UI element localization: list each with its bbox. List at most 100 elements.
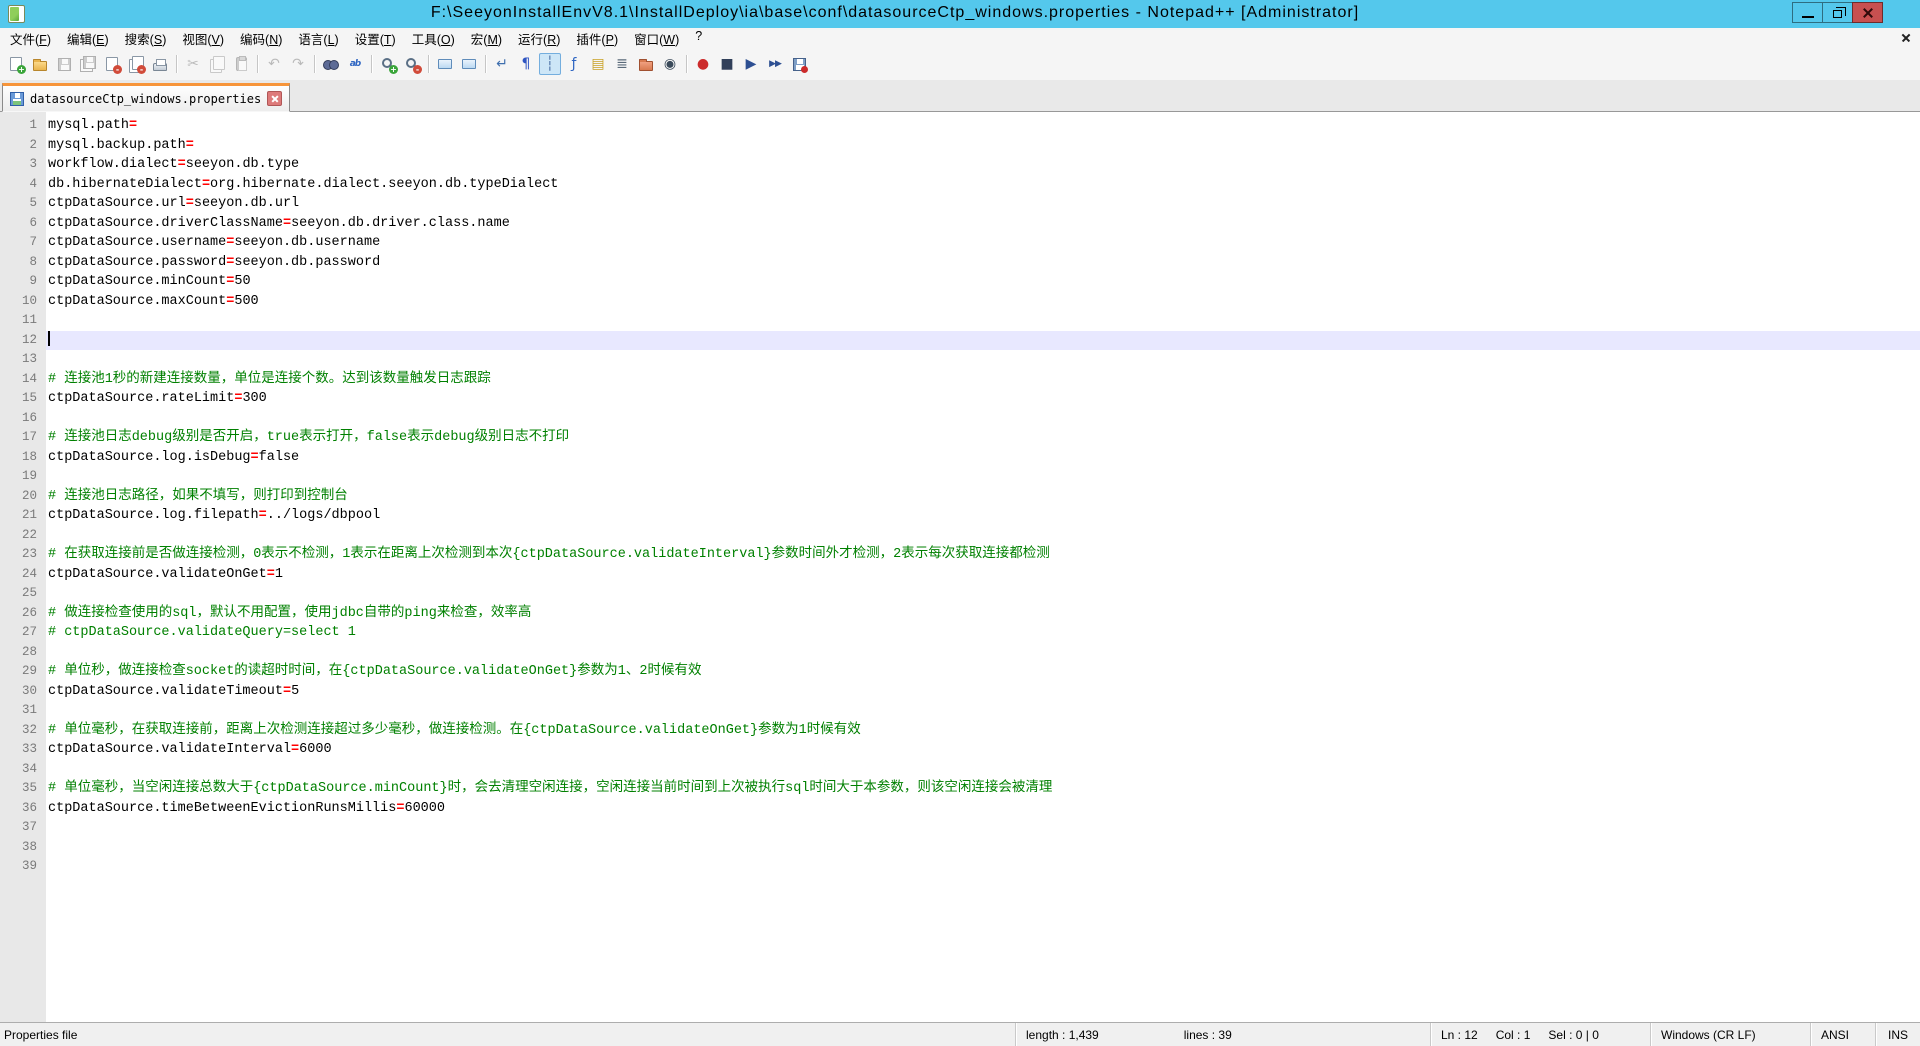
macro-run-multiple-icon[interactable]: ▶▶ [764,53,786,75]
status-eol-format[interactable]: Windows (CR LF) [1650,1023,1810,1046]
save-file-icon[interactable] [53,53,75,75]
editor-line-33[interactable]: 33ctpDataSource.validateInterval=6000 [0,740,1920,760]
find-icon[interactable] [320,53,342,75]
editor-line-38[interactable]: 38 [0,838,1920,858]
editor-line-12[interactable]: 12 [0,331,1920,351]
editor-line-2[interactable]: 2mysql.backup.path= [0,136,1920,156]
editor-line-28[interactable]: 28 [0,643,1920,663]
line-number: 8 [0,253,46,273]
editor-line-22[interactable]: 22 [0,526,1920,546]
editor-line-7[interactable]: 7ctpDataSource.username=seeyon.db.userna… [0,233,1920,253]
menu-item-run[interactable]: 运行(R) [510,27,568,50]
editor-line-34[interactable]: 34 [0,760,1920,780]
new-file-icon[interactable]: + [5,53,27,75]
editor-line-16[interactable]: 16 [0,409,1920,429]
sync-vertical-scroll-icon[interactable] [434,53,456,75]
status-insert-mode[interactable]: INS [1875,1023,1920,1046]
menu-item-view[interactable]: 视图(V) [174,27,232,50]
editor-line-1[interactable]: 1mysql.path= [0,116,1920,136]
editor-line-19[interactable]: 19 [0,467,1920,487]
editor-line-31[interactable]: 31 [0,701,1920,721]
status-line-number: Ln : 12 [1441,1028,1478,1042]
editor-line-13[interactable]: 13 [0,350,1920,370]
editor-line-11[interactable]: 11 [0,311,1920,331]
menu-item-search[interactable]: 搜索(S) [117,27,175,50]
menu-item-plugins[interactable]: 插件(P) [568,27,626,50]
macro-play-icon[interactable]: ▶ [740,53,762,75]
restore-button[interactable] [1822,2,1853,23]
editor-line-21[interactable]: 21ctpDataSource.log.filepath=../logs/dbp… [0,506,1920,526]
minimize-button[interactable] [1792,2,1823,23]
menu-item-help[interactable]: ? [687,27,710,50]
document-list-icon[interactable]: ≣ [611,53,633,75]
editor[interactable]: 1mysql.path=2mysql.backup.path=3workflow… [0,112,1920,1022]
close-all-files-icon[interactable]: - [125,53,147,75]
menu-item-settings[interactable]: 设置(T) [347,27,404,50]
copy-icon[interactable] [206,53,228,75]
editor-line-6[interactable]: 6ctpDataSource.driverClassName=seeyon.db… [0,214,1920,234]
zoom-in-icon[interactable]: + [377,53,399,75]
editor-line-4[interactable]: 4db.hibernateDialect=org.hibernate.diale… [0,175,1920,195]
menu-item-encoding[interactable]: 编码(N) [232,27,290,50]
close-file-icon[interactable]: - [101,53,123,75]
tab-bar: datasourceCtp_windows.properties [0,80,1920,112]
menu-item-file[interactable]: 文件(F) [2,27,59,50]
status-bar: Properties file length : 1,439 lines : 3… [0,1022,1920,1046]
status-encoding[interactable]: ANSI [1810,1023,1875,1046]
save-all-icon[interactable] [77,53,99,75]
folder-as-workspace-icon[interactable] [635,53,657,75]
word-wrap-icon[interactable]: ↵ [491,53,513,75]
editor-line-14[interactable]: 14# 连接池1秒的新建连接数量，单位是连接个数。达到该数量触发日志跟踪 [0,370,1920,390]
function-list-icon[interactable]: ƒ [563,53,585,75]
cut-icon[interactable]: ✂ [182,53,204,75]
editor-line-32[interactable]: 32# 单位毫秒，在获取连接前，距离上次检测连接超过多少毫秒，做连接检测。在{c… [0,721,1920,741]
editor-line-39[interactable]: 39 [0,857,1920,877]
menu-item-language[interactable]: 语言(L) [290,27,346,50]
editor-line-17[interactable]: 17# 连接池日志debug级别是否开启，true表示打开，false表示deb… [0,428,1920,448]
undo-icon[interactable]: ↶ [263,53,285,75]
editor-line-9[interactable]: 9ctpDataSource.minCount=50 [0,272,1920,292]
editor-line-5[interactable]: 5ctpDataSource.url=seeyon.db.url [0,194,1920,214]
line-number: 6 [0,214,46,234]
open-file-icon[interactable] [29,53,51,75]
macro-stop-icon[interactable]: ■ [716,53,738,75]
macro-record-icon[interactable]: ● [692,53,714,75]
tab-datasourcectp-windows-properties[interactable]: datasourceCtp_windows.properties [2,83,290,112]
menu-item-macro[interactable]: 宏(M) [463,27,510,50]
sync-horizontal-scroll-icon[interactable] [458,53,480,75]
editor-line-27[interactable]: 27# ctpDataSource.validateQuery=select 1 [0,623,1920,643]
monitoring-icon[interactable]: ◉ [659,53,681,75]
editor-line-24[interactable]: 24ctpDataSource.validateOnGet=1 [0,565,1920,585]
editor-line-30[interactable]: 30ctpDataSource.validateTimeout=5 [0,682,1920,702]
editor-line-8[interactable]: 8ctpDataSource.password=seeyon.db.passwo… [0,253,1920,273]
editor-line-35[interactable]: 35# 单位毫秒，当空闲连接总数大于{ctpDataSource.minCoun… [0,779,1920,799]
editor-line-37[interactable]: 37 [0,818,1920,838]
close-button[interactable] [1852,2,1883,23]
show-all-characters-icon[interactable]: ¶ [515,53,537,75]
indent-guide-icon[interactable]: ┆ [539,53,561,75]
editor-line-23[interactable]: 23# 在获取连接前是否做连接检测，0表示不检测，1表示在距离上次检测到本次{c… [0,545,1920,565]
editor-line-20[interactable]: 20# 连接池日志路径，如果不填写，则打印到控制台 [0,487,1920,507]
editor-line-25[interactable]: 25 [0,584,1920,604]
editor-line-36[interactable]: 36ctpDataSource.timeBetweenEvictionRunsM… [0,799,1920,819]
status-length: length : 1,439 [1026,1028,1099,1042]
menu-item-tools[interactable]: 工具(O) [404,27,463,50]
editor-line-15[interactable]: 15ctpDataSource.rateLimit=300 [0,389,1920,409]
menu-item-window[interactable]: 窗口(W) [626,27,687,50]
macro-save-icon[interactable] [788,53,810,75]
editor-line-10[interactable]: 10ctpDataSource.maxCount=500 [0,292,1920,312]
tab-close-icon[interactable] [267,91,282,106]
print-icon[interactable] [149,53,171,75]
editor-line-26[interactable]: 26# 做连接检查使用的sql，默认不用配置，使用jdbc自带的ping来检查，… [0,604,1920,624]
line-number: 22 [0,526,46,546]
document-close-icon[interactable] [1900,32,1912,44]
replace-icon[interactable]: ab [344,53,366,75]
redo-icon[interactable]: ↷ [287,53,309,75]
editor-line-29[interactable]: 29# 单位秒，做连接检查socket的读超时时间，在{ctpDataSourc… [0,662,1920,682]
menu-item-edit[interactable]: 编辑(E) [59,27,117,50]
document-map-icon[interactable]: ▤ [587,53,609,75]
zoom-out-icon[interactable]: - [401,53,423,75]
paste-icon[interactable] [230,53,252,75]
editor-line-18[interactable]: 18ctpDataSource.log.isDebug=false [0,448,1920,468]
editor-line-3[interactable]: 3workflow.dialect=seeyon.db.type [0,155,1920,175]
